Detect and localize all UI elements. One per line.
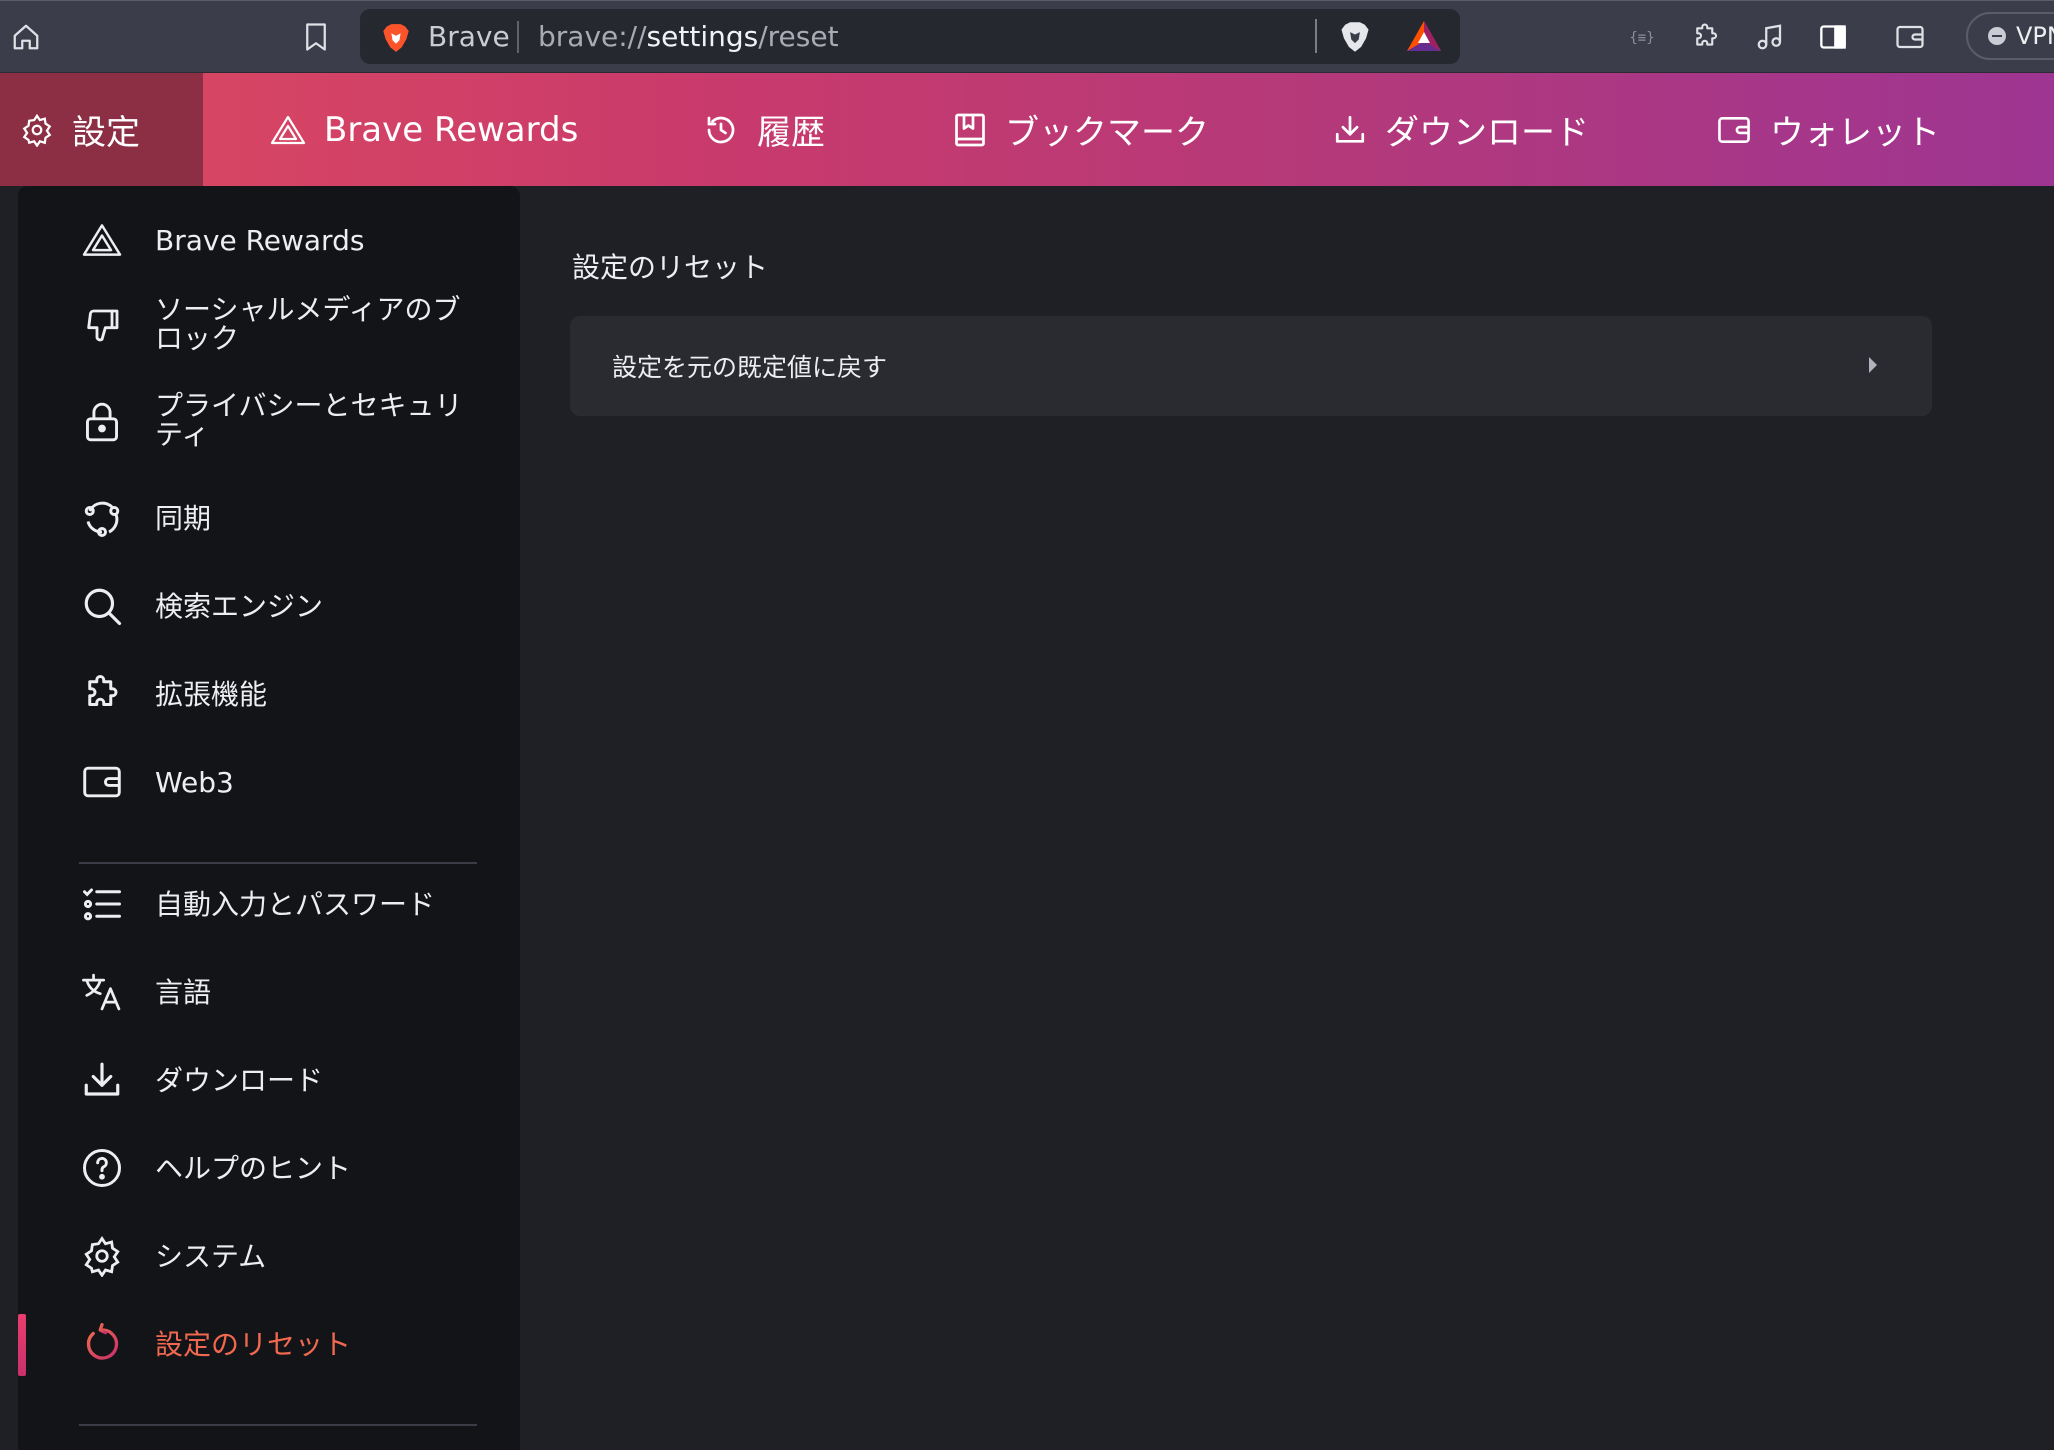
wallet-icon	[1716, 114, 1752, 146]
sidebar-item-system[interactable]: システム	[18, 1234, 520, 1278]
sidebar-item-label: プライバシーとセキュリティ	[155, 389, 463, 451]
svg-text:{≡}: {≡}	[1629, 30, 1654, 46]
sidebar-item-privacy-security[interactable]: プライバシーとセキュリティ	[18, 390, 520, 450]
browser-toolbar: Brave brave://settings/reset {≡} VPN	[0, 0, 2054, 73]
playlist-json-icon[interactable]: {≡}	[1622, 17, 1662, 57]
home-icon[interactable]	[6, 17, 46, 57]
sidebar-item-search-engine[interactable]: 検索エンジン	[18, 584, 520, 628]
sidebar-item-extensions[interactable]: 拡張機能	[18, 672, 520, 716]
sidebar-item-brave-rewards[interactable]: Brave Rewards	[18, 218, 520, 262]
header-tab-bookmarks[interactable]: ブックマーク	[953, 73, 1209, 186]
gear-icon	[20, 113, 54, 147]
sidebar-item-help-tips[interactable]: ヘルプのヒント	[18, 1146, 520, 1190]
sidebar-item-label: ヘルプのヒント	[155, 1151, 352, 1185]
sidebar-item-label: 自動入力とパスワード	[155, 887, 436, 921]
brave-lion-icon	[382, 23, 410, 53]
header-tab-downloads[interactable]: ダウンロード	[1333, 73, 1589, 186]
sidebar-item-language[interactable]: 言語	[18, 970, 520, 1014]
header-tab-label: Brave Rewards	[324, 109, 579, 150]
sidebar-item-label: 言語	[155, 975, 212, 1009]
sidebar-item-label: システム	[155, 1239, 267, 1273]
download-icon	[80, 1058, 124, 1102]
gear-icon	[80, 1234, 124, 1278]
sidebar-item-social-blocking[interactable]: ソーシャルメディアのブロック	[18, 294, 520, 354]
sidebar-item-label: ダウンロード	[155, 1063, 324, 1097]
music-note-icon[interactable]	[1750, 17, 1790, 57]
sidebar-item-label: ソーシャルメディアのブロック	[155, 293, 461, 355]
sidebar-item-autofill[interactable]: 自動入力とパスワード	[18, 882, 520, 926]
sidebar-item-sync[interactable]: 同期	[18, 496, 520, 540]
header-tab-label: ブックマーク	[1005, 113, 1209, 153]
sidebar-item-reset[interactable]: 設定のリセット	[18, 1322, 520, 1366]
header-tab-history[interactable]: 履歴	[703, 73, 825, 186]
page-title: 設定のリセット	[572, 251, 769, 284]
sidebar-item-label: 同期	[155, 501, 212, 535]
settings-quick-nav: 設定 Brave Rewards 履歴 ブックマーク ダウンロード ウォレット	[0, 73, 2054, 186]
wallet-icon[interactable]	[1890, 17, 1930, 57]
header-tab-label: 履歴	[757, 113, 825, 153]
lock-icon	[80, 400, 124, 444]
help-icon	[80, 1146, 124, 1190]
translate-icon	[80, 970, 124, 1014]
header-tab-label: ダウンロード	[1385, 113, 1589, 153]
bat-triangle-icon	[270, 114, 306, 146]
list-icon	[80, 882, 124, 926]
thumbs-down-icon	[80, 304, 124, 348]
sync-icon	[80, 496, 124, 540]
header-tab-wallet[interactable]: ウォレット	[1716, 73, 1940, 186]
sidebar-item-label: 検索エンジン	[155, 589, 324, 623]
sidebar-item-label: 設定のリセット	[155, 1327, 352, 1361]
omnibox-separator	[517, 21, 519, 53]
header-tab-rewards[interactable]: Brave Rewards	[270, 73, 578, 186]
omnibox-separator-2	[1315, 19, 1317, 53]
bookmark-book-icon	[953, 112, 987, 148]
extensions-icon[interactable]	[1686, 17, 1726, 57]
sidebar-divider	[79, 1424, 477, 1426]
settings-sidebar: Brave Rewards ソーシャルメディアのブロック プライバシーとセキュリ…	[18, 186, 520, 1450]
header-tab-label: 設定	[72, 113, 140, 153]
vpn-button[interactable]: VPN	[1966, 12, 2054, 60]
sidebar-toggle-icon[interactable]	[1813, 17, 1853, 57]
puzzle-icon	[80, 672, 124, 716]
sidebar-item-downloads[interactable]: ダウンロード	[18, 1058, 520, 1102]
reset-settings-row[interactable]: 設定を元の既定値に戻す	[570, 316, 1932, 416]
brave-shields-icon[interactable]	[1340, 21, 1370, 53]
reset-icon	[80, 1322, 124, 1366]
url-prefix: brave://	[538, 20, 647, 53]
reset-settings-label: 設定を元の既定値に戻す	[612, 353, 888, 382]
sidebar-item-label: 拡張機能	[155, 677, 268, 711]
sidebar-divider	[79, 862, 477, 864]
sidebar-item-label: Web3	[155, 765, 234, 799]
vpn-label: VPN	[2016, 22, 2054, 50]
search-icon	[80, 584, 124, 628]
history-icon	[703, 112, 739, 148]
header-tab-settings[interactable]: 設定	[0, 73, 203, 186]
sidebar-item-web3[interactable]: Web3	[18, 760, 520, 804]
bookmark-icon[interactable]	[296, 17, 336, 57]
bat-triangle-icon	[80, 218, 124, 262]
vpn-status-icon	[1988, 27, 2006, 45]
wallet-icon	[80, 760, 124, 804]
url-path: /reset	[758, 20, 839, 53]
header-tab-label: ウォレット	[1770, 113, 1940, 153]
omnibox-brand-label: Brave	[428, 20, 510, 53]
address-bar[interactable]: Brave brave://settings/reset	[360, 9, 1460, 64]
brave-rewards-icon[interactable]	[1405, 19, 1443, 53]
download-icon	[1333, 113, 1367, 147]
chevron-right-icon	[1866, 354, 1880, 376]
url-text[interactable]: brave://settings/reset	[538, 23, 839, 51]
url-host: settings	[646, 20, 759, 53]
sidebar-item-label: Brave Rewards	[155, 223, 365, 257]
